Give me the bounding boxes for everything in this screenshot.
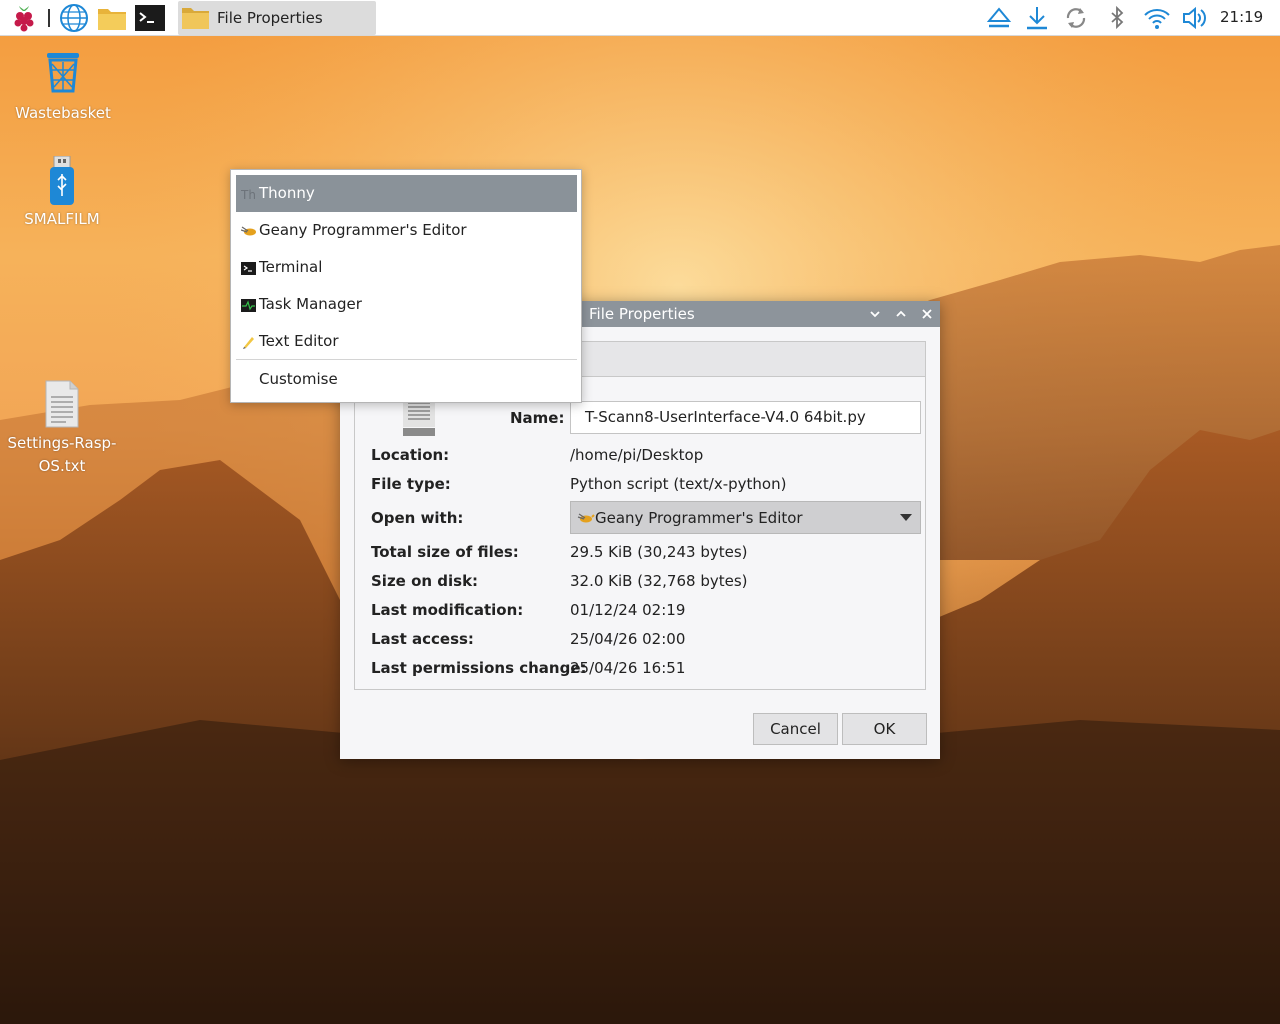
last-permissions-change-label: Last permissions change:	[371, 659, 587, 677]
menu-item-label: Thonny	[259, 184, 315, 202]
svg-text:Th: Th	[241, 188, 255, 201]
last-permissions-change-value: 25/04/26 16:51	[570, 659, 686, 677]
bluetooth-icon[interactable]	[1104, 5, 1130, 31]
size-on-disk-value: 32.0 KiB (32,768 bytes)	[570, 572, 748, 590]
minimize-icon[interactable]	[865, 304, 885, 324]
location-value: /home/pi/Desktop	[570, 446, 704, 464]
file-type-label: File type:	[371, 475, 451, 493]
taskbar: File Properties 21:19	[0, 0, 1280, 36]
geany-icon	[240, 224, 257, 242]
thonny-icon: Th	[240, 187, 256, 205]
open-with-label: Open with:	[371, 509, 464, 527]
total-size-value: 29.5 KiB (30,243 bytes)	[570, 543, 748, 561]
terminal-app-icon[interactable]	[134, 2, 166, 34]
menu-item-label: Terminal	[259, 258, 323, 276]
clock[interactable]: 21:19	[1220, 8, 1263, 26]
taskbar-item-file-properties[interactable]: File Properties	[178, 1, 376, 35]
maximize-icon[interactable]	[891, 304, 911, 324]
cancel-button[interactable]: Cancel	[753, 713, 838, 745]
taskbar-item-label: File Properties	[217, 9, 323, 27]
volume-icon[interactable]	[1181, 5, 1207, 31]
menu-item-geany[interactable]: Geany Programmer's Editor	[236, 212, 577, 249]
desktop-icon-wastebasket[interactable]: Wastebasket	[8, 50, 118, 125]
menu-item-label: Text Editor	[259, 332, 339, 350]
menu-separator	[236, 359, 577, 360]
taskbar-separator	[48, 9, 50, 27]
open-with-menu: Th Thonny Geany Programmer's Editor Term…	[230, 169, 582, 403]
desktop-icon-settings-file[interactable]: Settings-Rasp-OS.txt	[7, 380, 117, 478]
close-icon[interactable]	[917, 304, 937, 324]
eject-icon[interactable]	[986, 5, 1012, 31]
menu-item-label: Geany Programmer's Editor	[259, 221, 467, 239]
raspberry-menu-icon[interactable]	[8, 2, 40, 34]
desktop-icon-label: Wastebasket	[15, 104, 111, 122]
last-modification-label: Last modification:	[371, 601, 524, 619]
wastebasket-icon	[8, 50, 118, 102]
download-icon[interactable]	[1024, 5, 1050, 31]
menu-item-terminal[interactable]: Terminal	[236, 249, 577, 286]
open-with-value: Geany Programmer's Editor	[595, 509, 803, 527]
name-label: Name:	[510, 409, 565, 427]
menu-item-label: Customise	[259, 370, 338, 388]
menu-item-label: Task Manager	[259, 295, 362, 313]
total-size-label: Total size of files:	[371, 543, 519, 561]
chevron-down-icon	[900, 514, 912, 521]
folder-icon	[181, 5, 211, 35]
text-file-icon	[7, 380, 117, 432]
ok-button[interactable]: OK	[842, 713, 927, 745]
terminal-icon	[241, 261, 256, 279]
file-manager-icon[interactable]	[96, 2, 128, 34]
open-with-dropdown[interactable]: Geany Programmer's Editor	[570, 501, 921, 534]
wifi-icon[interactable]	[1143, 5, 1170, 31]
file-type-value: Python script (text/x-python)	[570, 475, 787, 493]
menu-item-text-editor[interactable]: Text Editor	[236, 323, 577, 360]
usb-drive-icon	[7, 155, 117, 208]
web-browser-icon[interactable]	[58, 2, 90, 34]
desktop-icon-label: Settings-Rasp-OS.txt	[7, 434, 117, 475]
last-access-label: Last access:	[371, 630, 474, 648]
desktop-icon-smalfilm[interactable]: SMALFILM	[7, 155, 117, 231]
menu-item-task-manager[interactable]: Task Manager	[236, 286, 577, 323]
last-modification-value: 01/12/24 02:19	[570, 601, 686, 619]
name-input[interactable]: T-Scann8-UserInterface-V4.0 64bit.py	[570, 401, 921, 434]
desktop-icon-label: SMALFILM	[24, 210, 100, 228]
size-on-disk-label: Size on disk:	[371, 572, 479, 590]
file-type-icon	[402, 397, 436, 441]
geany-icon	[577, 510, 595, 528]
dialog-title: File Properties	[589, 305, 695, 323]
location-label: Location:	[371, 446, 450, 464]
menu-item-thonny[interactable]: Th Thonny	[236, 175, 577, 212]
menu-item-customise[interactable]: Customise	[236, 361, 577, 398]
last-access-value: 25/04/26 02:00	[570, 630, 686, 648]
task-manager-icon	[241, 298, 256, 316]
update-sync-icon[interactable]	[1063, 5, 1089, 31]
text-editor-icon	[241, 335, 255, 353]
